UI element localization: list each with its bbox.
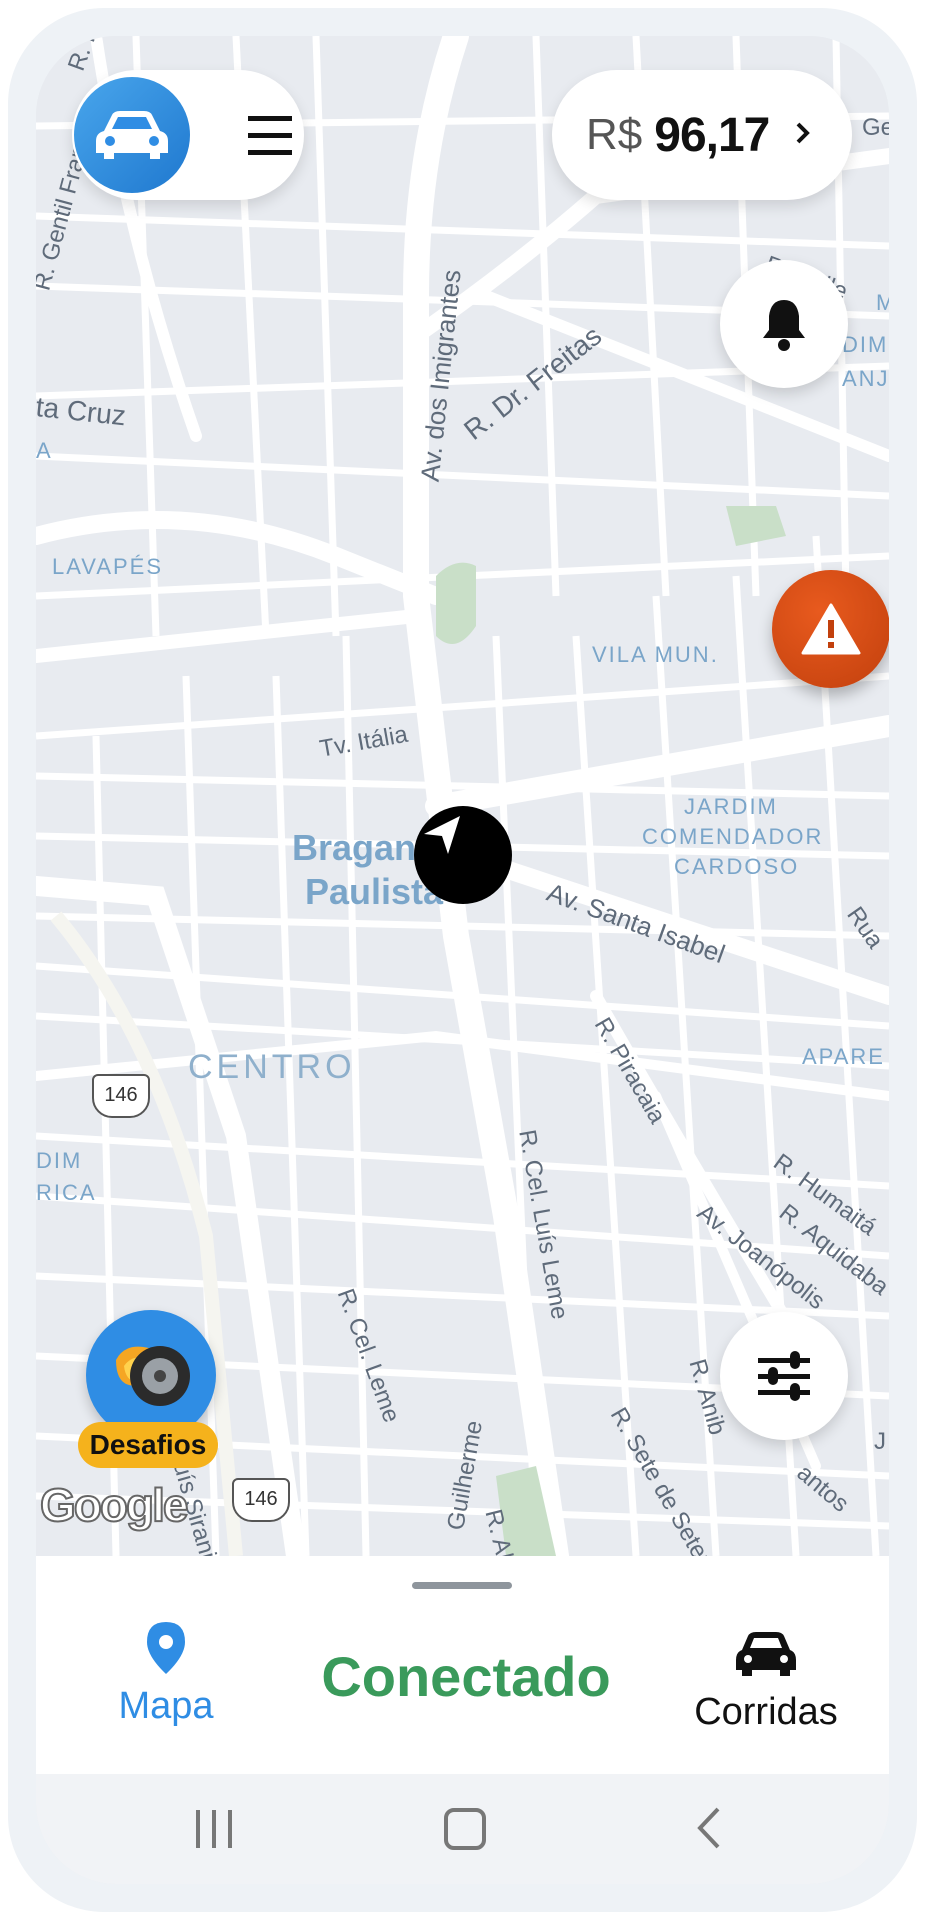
highway-shield: 146 [92, 1074, 150, 1118]
google-logo: Google [39, 1478, 189, 1532]
filter-button[interactable] [720, 1312, 848, 1440]
tab-rides-label: Corridas [694, 1691, 838, 1733]
map-label: J [874, 1428, 886, 1455]
connection-status[interactable]: Conectado [306, 1644, 626, 1709]
balance-amount: 96,17 [654, 108, 770, 162]
home-icon[interactable] [444, 1808, 486, 1850]
tab-map-label: Mapa [118, 1685, 214, 1727]
bell-icon [763, 300, 805, 351]
tab-rides[interactable]: Corridas [676, 1630, 856, 1734]
alert-icon [801, 603, 861, 655]
map-label: VILA MUN. [592, 642, 719, 667]
map-label: JARDIM [684, 794, 778, 819]
map-label: DIM [842, 332, 889, 357]
wheel-fire-icon [86, 1310, 216, 1440]
highway-shield: 146 [232, 1478, 290, 1522]
map-label: M [876, 290, 889, 315]
back-icon[interactable] [696, 1806, 722, 1855]
car-icon[interactable] [74, 77, 190, 193]
recent-apps-icon[interactable] [196, 1810, 232, 1848]
menu-pill[interactable] [72, 70, 304, 200]
system-nav-bar [36, 1774, 889, 1884]
notifications-button[interactable] [720, 260, 848, 388]
map-label: DIM [36, 1148, 83, 1173]
map-label: ANJI [842, 366, 889, 391]
map-label: CARDOSO [674, 854, 800, 879]
challenges-label: Desafios [78, 1422, 218, 1468]
balance-button[interactable]: R$ 96,17 [552, 70, 852, 200]
chevron-right-icon [795, 121, 811, 150]
map-label: COMENDADOR [642, 824, 824, 849]
navigation-arrow-icon [414, 806, 512, 904]
challenges-button[interactable]: Desafios [78, 1310, 228, 1480]
phone-screen: R. Fra R. Gentil Franco ta Cruz A LAVAPÉ… [36, 36, 889, 1884]
map-label: RICA [36, 1180, 97, 1205]
map-label: A [36, 438, 53, 463]
map-pin-icon [147, 1622, 185, 1674]
district-label: CENTRO [188, 1048, 356, 1086]
map-label: Ge [862, 114, 889, 141]
menu-icon[interactable] [248, 116, 292, 155]
balance-currency: R$ [586, 110, 643, 159]
car-front-icon [736, 1632, 796, 1676]
alert-button[interactable] [772, 570, 889, 688]
drag-handle[interactable] [412, 1582, 512, 1589]
filter-sliders-icon [758, 1351, 810, 1401]
bottom-panel: Mapa Conectado Corridas [36, 1556, 889, 1774]
map-label: LAVAPÉS [52, 554, 164, 579]
tab-map[interactable]: Mapa [96, 1620, 236, 1728]
map-label: APARE [802, 1044, 885, 1069]
